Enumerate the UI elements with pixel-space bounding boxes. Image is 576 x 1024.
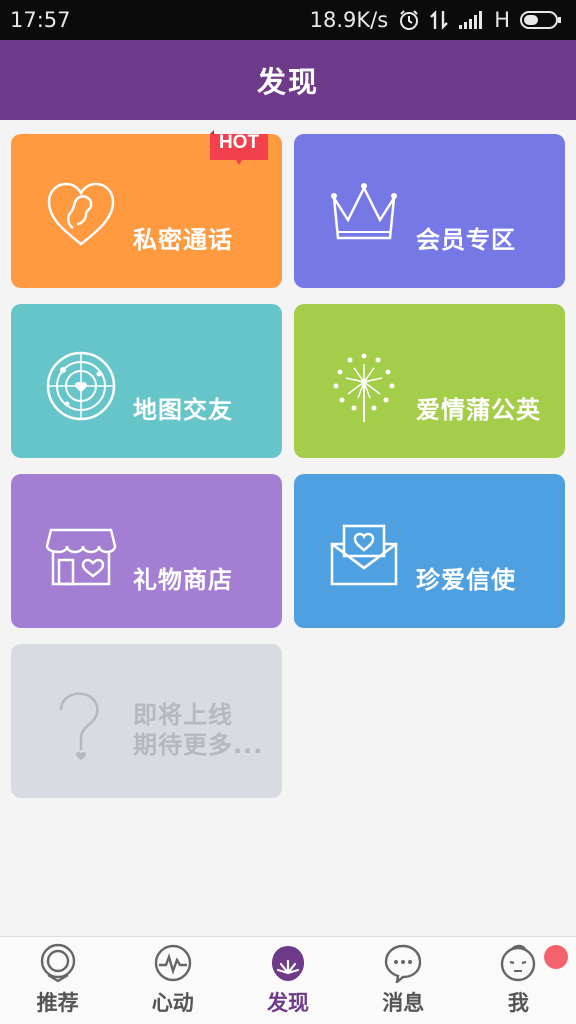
nav-tab-recommend[interactable]: 推荐 <box>0 937 115 1024</box>
tile-label: 地图交友 <box>133 396 233 424</box>
nav-label: 发现 <box>267 991 309 1015</box>
discover-icon <box>272 946 304 981</box>
alarm-icon <box>398 9 420 31</box>
nav-tab-me[interactable]: 我 <box>461 937 576 1024</box>
battery-icon <box>520 10 562 30</box>
tile-label: 礼物商店 <box>133 566 233 594</box>
nav-label: 心动 <box>151 991 194 1015</box>
nav-label: 消息 <box>382 991 425 1015</box>
app-header: 发现 <box>0 40 576 120</box>
net-speed: 18.9K/s <box>309 8 389 32</box>
notification-dot <box>544 945 569 969</box>
page-title: 发现 <box>256 65 319 99</box>
network-type: H <box>494 8 510 32</box>
nav-label: 我 <box>507 991 529 1015</box>
status-indicators: 18.9K/s H <box>310 8 562 32</box>
tile-label: 即将上线 期待更多... <box>133 701 264 759</box>
dandelion-icon <box>333 353 395 422</box>
heartbeat-icon <box>154 944 191 982</box>
tile-love-messenger[interactable]: 珍爱信使 <box>294 474 565 628</box>
hot-badge-text: HOT <box>218 132 260 153</box>
me-face-icon <box>501 944 536 982</box>
nav-tab-heartbeat[interactable]: 心动 <box>115 937 230 1024</box>
tile-label: 珍爱信使 <box>416 566 516 594</box>
tile-map-friends[interactable]: 地图交友 <box>11 304 282 458</box>
heart-ear-icon <box>47 182 115 246</box>
tile-love-dandelion[interactable]: 爱情蒲公英 <box>294 304 565 458</box>
envelope-heart-icon <box>330 524 398 586</box>
crown-icon <box>331 183 397 240</box>
hot-badge: HOT <box>210 130 268 166</box>
tile-gift-shop[interactable]: 礼物商店 <box>11 474 282 628</box>
recommend-icon <box>40 943 75 983</box>
tile-label: 会员专区 <box>416 226 516 254</box>
nav-tab-messages[interactable]: 消息 <box>346 937 461 1024</box>
tile-label: 爱情蒲公英 <box>416 396 541 424</box>
shop-icon <box>45 528 117 586</box>
nav-tab-discover[interactable]: 发现 <box>230 937 345 1024</box>
radar-icon <box>46 351 116 421</box>
question-icon <box>59 692 99 760</box>
status-bar: 17:57 18.9K/s H <box>0 0 576 40</box>
tile-coming-soon: 即将上线 期待更多... <box>11 644 282 798</box>
bottom-nav: 推荐 心动 发现 消息 我 <box>0 936 576 1024</box>
signal-icon <box>458 10 484 30</box>
tile-vip-zone[interactable]: 会员专区 <box>294 134 565 288</box>
status-time: 17:57 <box>10 8 71 32</box>
tile-private-call[interactable]: 私密通话 HOT <box>11 130 282 288</box>
tile-label: 私密通话 <box>133 226 233 254</box>
data-arrows-icon <box>430 9 449 31</box>
nav-label: 推荐 <box>36 991 79 1015</box>
message-icon <box>385 944 422 983</box>
